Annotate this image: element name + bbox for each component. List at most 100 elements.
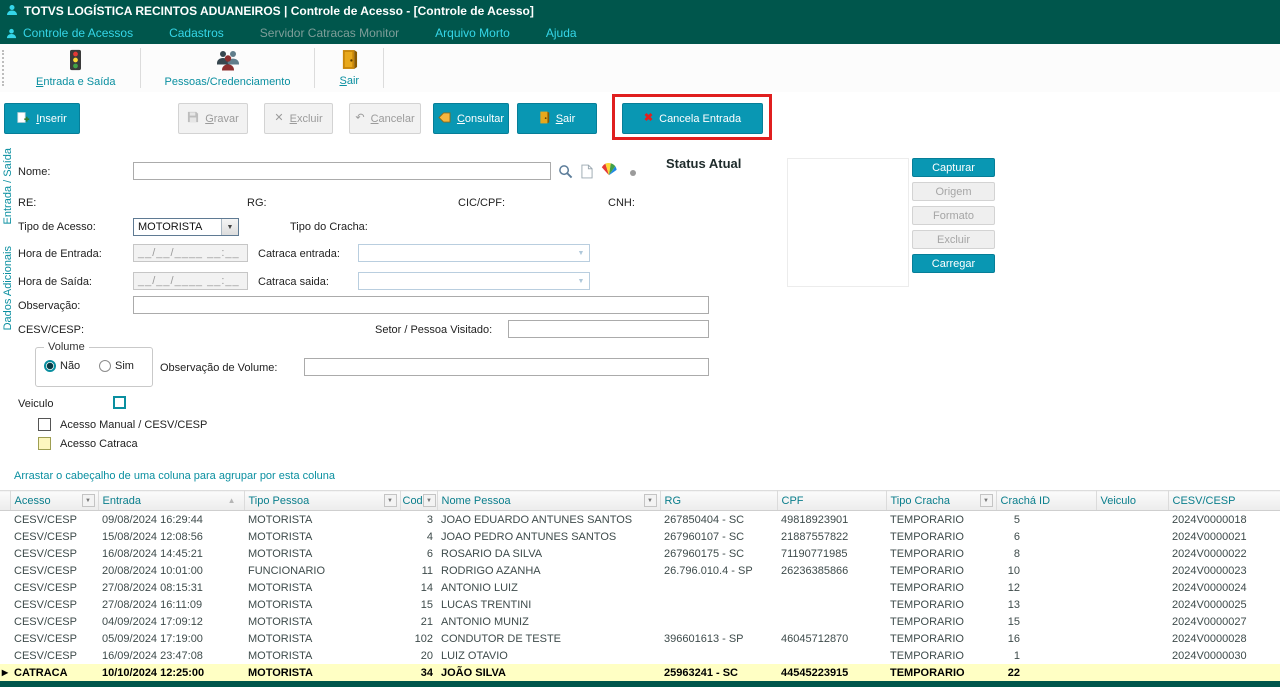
hora-saida-input[interactable]: __/__/____ __:__ — [133, 272, 248, 290]
table-row[interactable]: CESV/CESP 04/09/2024 17:09:12 MOTORISTA … — [0, 613, 1280, 630]
col-header-cesv-cesp[interactable]: CESV/CESP — [1168, 490, 1280, 511]
cell-entrada: 15/08/2024 12:08:56 — [102, 530, 203, 543]
cell-cesv-cesp: 2024V0000028 — [1172, 632, 1247, 645]
hora-entrada-input[interactable]: __/__/____ __:__ — [133, 244, 248, 262]
consultar-button[interactable]: Consultar — [433, 103, 509, 134]
formato-button: Formato — [912, 206, 995, 225]
consultar-tag-icon — [438, 111, 451, 126]
acesso-manual-checkbox[interactable] — [38, 418, 51, 431]
origem-button: Origem — [912, 182, 995, 201]
veiculo-checkbox[interactable] — [113, 396, 126, 409]
row-marker — [0, 545, 10, 562]
filter-icon[interactable]: ▼ — [81, 494, 95, 507]
row-marker — [0, 613, 10, 630]
sair-button[interactable]: Sair — [517, 103, 597, 134]
nome-input[interactable] — [133, 162, 551, 180]
new-document-icon[interactable] — [578, 162, 596, 180]
cell-cracha-id: 1 — [1013, 649, 1020, 662]
menu-cadastros[interactable]: Cadastros — [169, 26, 224, 40]
toolbar-entrada-saida[interactable]: Entrada e Saída — [12, 44, 140, 92]
table-row[interactable]: CESV/CESP 27/08/2024 08:15:31 MOTORISTA … — [0, 579, 1280, 596]
cancelar-label: Cancelar — [370, 112, 415, 125]
setor-pessoa-input[interactable] — [508, 320, 709, 338]
table-row[interactable]: CESV/CESP 15/08/2024 12:08:56 MOTORISTA … — [0, 528, 1280, 545]
filter-icon[interactable]: ▼ — [383, 494, 397, 507]
tab-dados-adicionais[interactable]: Dados Adicionais — [2, 246, 14, 330]
acesso-catraca-checkbox[interactable] — [38, 437, 51, 450]
group-by-hint[interactable]: Arrastar o cabeçalho de uma coluna para … — [14, 470, 335, 482]
cell-tipo-pessoa: MOTORISTA — [248, 598, 313, 611]
cell-entrada: 20/08/2024 10:01:00 — [102, 564, 203, 577]
grid-body: CESV/CESP 09/08/2024 16:29:44 MOTORISTA … — [0, 511, 1280, 681]
col-header-nome-pessoa[interactable]: Nome Pessoa ▼ — [437, 490, 661, 511]
color-fan-icon[interactable] — [600, 160, 618, 178]
filter-icon[interactable]: ▼ — [979, 494, 993, 507]
menu-arquivo-morto[interactable]: Arquivo Morto — [435, 26, 510, 40]
table-row[interactable]: CESV/CESP 27/08/2024 16:11:09 MOTORISTA … — [0, 596, 1280, 613]
capturar-button[interactable]: Capturar — [912, 158, 995, 177]
inserir-button[interactable]: Inserir — [4, 103, 80, 134]
cell-veiculo — [1096, 528, 1168, 545]
bottom-status-strip — [0, 681, 1280, 687]
cell-entrada: 16/08/2024 14:45:21 — [102, 547, 203, 560]
cell-cesv-cesp: 2024V0000018 — [1172, 513, 1247, 526]
filter-icon[interactable]: ▼ — [643, 494, 657, 507]
hora-entrada-label: Hora de Entrada: — [18, 248, 102, 260]
table-row[interactable]: CESV/CESP 09/08/2024 16:29:44 MOTORISTA … — [0, 511, 1280, 529]
toolbar-pessoas-credenciamento[interactable]: Pessoas/Credenciamento — [141, 44, 315, 92]
observacao-input[interactable] — [133, 296, 709, 314]
cancela-entrada-button[interactable]: ✖ Cancela Entrada — [622, 103, 763, 134]
volume-sim-radio[interactable]: Sim — [99, 360, 134, 372]
search-icon[interactable] — [556, 162, 574, 180]
toolbar-sair[interactable]: Sair — [315, 44, 383, 92]
table-row[interactable]: CESV/CESP 16/08/2024 14:45:21 MOTORISTA … — [0, 545, 1280, 562]
records-table: Acesso ▼ Entrada ▲ Tipo Pessoa ▼ Cod. ▼ … — [0, 490, 1280, 681]
cell-rg — [660, 579, 777, 596]
col-header-cod[interactable]: Cod. ▼ — [400, 490, 438, 511]
table-row[interactable]: CESV/CESP 20/08/2024 10:01:00 FUNCIONARI… — [0, 562, 1280, 579]
acesso-catraca-label: Acesso Catraca — [60, 438, 138, 450]
menu-ajuda[interactable]: Ajuda — [546, 26, 577, 40]
cell-veiculo — [1096, 562, 1168, 579]
menu-controle-acessos[interactable]: Controle de Acessos — [23, 26, 133, 40]
col-header-tipo-cracha[interactable]: Tipo Cracha ▼ — [886, 490, 997, 511]
col-header-cpf[interactable]: CPF — [777, 490, 887, 511]
col-header-tipo-pessoa[interactable]: Tipo Pessoa ▼ — [244, 490, 401, 511]
col-header-rg[interactable]: RG — [660, 490, 778, 511]
cell-rg: 267850404 - SC — [664, 513, 745, 526]
filter-icon[interactable]: ▼ — [422, 494, 436, 507]
cell-entrada: 16/09/2024 23:47:08 — [102, 649, 203, 662]
col-header-cracha-id[interactable]: Crachá ID — [996, 490, 1097, 511]
re-label: RE: — [18, 197, 37, 209]
volume-nao-radio[interactable]: Não — [44, 360, 80, 372]
cell-nome-pessoa: JOAO EDUARDO ANTUNES SANTOS — [441, 513, 633, 526]
gravar-label: Gravar — [205, 112, 239, 125]
obs-volume-label: Observação de Volume: — [160, 362, 278, 374]
catraca-saida-dropdown[interactable]: ▼ — [358, 272, 590, 290]
small-dot-button[interactable] — [630, 170, 636, 176]
consultar-label: Consultar — [456, 112, 505, 125]
carregar-button[interactable]: Carregar — [912, 254, 995, 273]
excluir-label: Excluir — [289, 112, 323, 125]
chevron-down-icon[interactable]: ▼ — [221, 219, 238, 235]
toolbar-grip[interactable] — [2, 50, 10, 86]
col-header-acesso[interactable]: Acesso ▼ — [10, 490, 99, 511]
tab-entrada-saida[interactable]: Entrada / Saída — [2, 148, 14, 224]
obs-volume-input[interactable] — [304, 358, 709, 376]
col-header-entrada[interactable]: Entrada ▲ — [98, 490, 245, 511]
col-header-veiculo[interactable]: Veiculo — [1096, 490, 1169, 511]
cell-tipo-cracha: TEMPORARIO — [890, 598, 964, 611]
cell-cesv-cesp — [1168, 664, 1280, 681]
people-icon — [215, 49, 241, 74]
cell-cod: 102 — [414, 632, 433, 645]
cell-cesv-cesp: 2024V0000024 — [1172, 581, 1247, 594]
tipo-acesso-combobox[interactable]: MOTORISTA ▼ — [133, 218, 239, 236]
table-row[interactable]: ▶ CATRACA 10/10/2024 12:25:00 MOTORISTA … — [0, 664, 1280, 681]
toolbar-pessoas-label: Pessoas/Credenciamento — [164, 75, 291, 88]
cell-cracha-id: 5 — [1013, 513, 1020, 526]
table-row[interactable]: CESV/CESP 05/09/2024 17:19:00 MOTORISTA … — [0, 630, 1280, 647]
cell-cod: 21 — [420, 615, 433, 628]
cell-cracha-id: 6 — [1013, 530, 1020, 543]
table-row[interactable]: CESV/CESP 16/09/2024 23:47:08 MOTORISTA … — [0, 647, 1280, 664]
catraca-entrada-dropdown[interactable]: ▼ — [358, 244, 590, 262]
